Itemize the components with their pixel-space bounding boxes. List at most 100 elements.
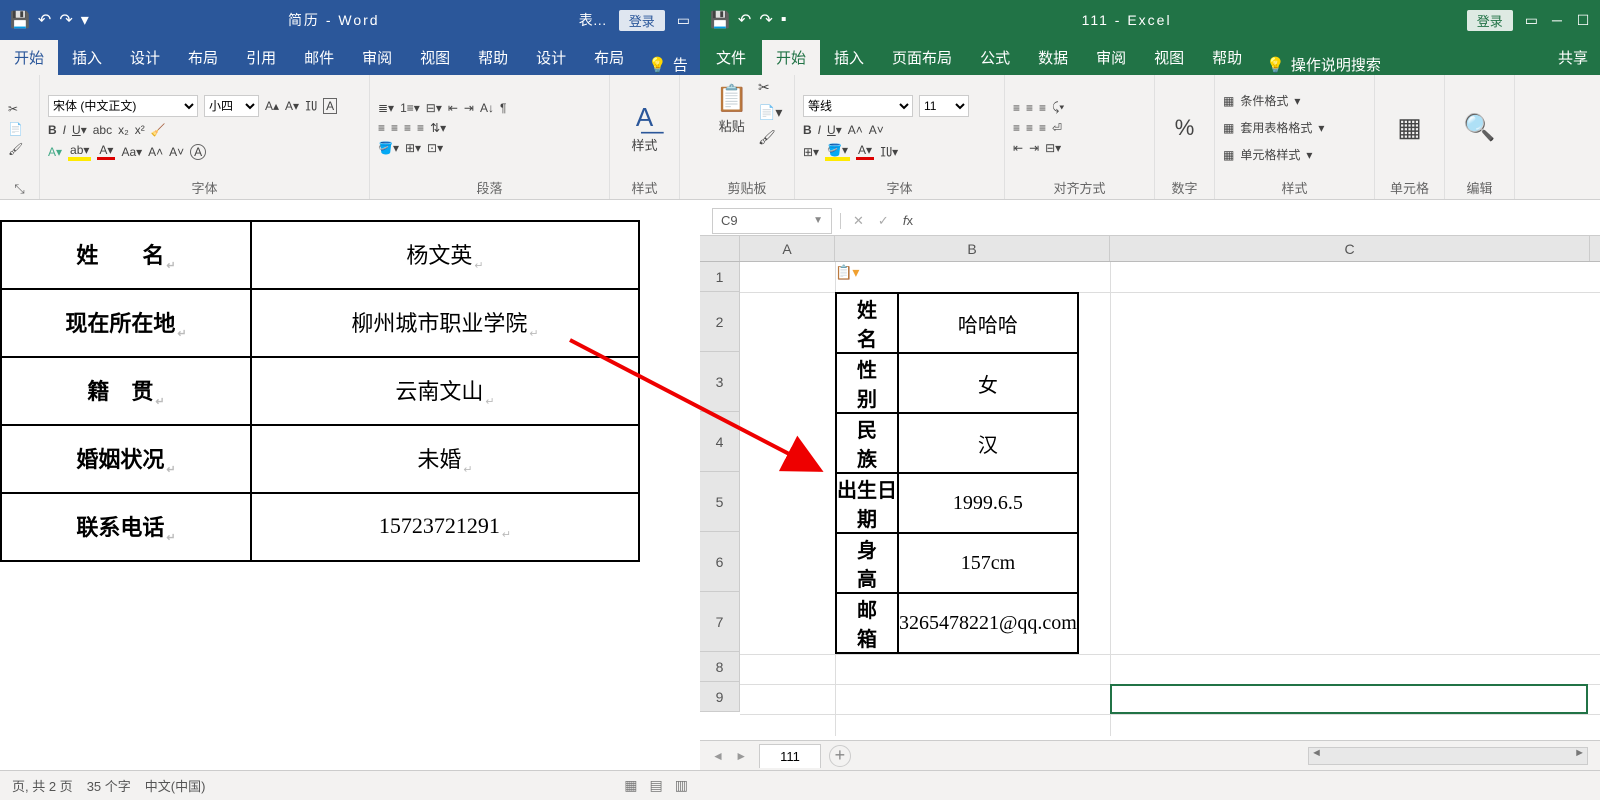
line-spacing-icon[interactable]: ⇅▾ — [430, 121, 446, 135]
shading-icon[interactable]: 🪣▾ — [378, 141, 399, 155]
underline-button[interactable]: U▾ — [72, 123, 87, 137]
cell-label[interactable]: 婚姻状况↵ — [1, 425, 251, 493]
multilevel-icon[interactable]: ⊟▾ — [426, 101, 442, 115]
align-left-icon[interactable]: ≡ — [378, 121, 385, 135]
minimize-icon[interactable]: ─ — [1550, 12, 1564, 28]
font-size-select[interactable]: 11 — [919, 95, 969, 117]
align-left-icon[interactable]: ≡ — [1013, 121, 1020, 135]
cell-label[interactable]: 姓 名 — [836, 293, 898, 353]
indent-inc-icon[interactable]: ⇥ — [1029, 141, 1039, 155]
row-header[interactable]: 3 — [700, 352, 740, 412]
redo-icon[interactable]: ↷ — [759, 10, 772, 30]
italic-button[interactable]: I — [818, 123, 821, 137]
grow-font-icon[interactable]: A▴ — [265, 99, 279, 113]
copy-icon[interactable]: 📄 — [8, 122, 31, 136]
text-effects-icon[interactable]: A▾ — [48, 145, 62, 159]
horizontal-scrollbar[interactable] — [1308, 747, 1588, 765]
cell-label[interactable]: 性 别 — [836, 353, 898, 413]
word-table[interactable]: 姓 名↵杨文英↵ 现在所在地↵柳州城市职业学院↵ 籍 贯↵云南文山↵ 婚姻状况↵… — [0, 220, 640, 562]
sheet-nav-icon[interactable]: ◄ ► — [712, 749, 751, 763]
cond-format-button[interactable]: ▦ 条件格式▾ — [1223, 92, 1366, 109]
font-name-select[interactable]: 宋体 (中文正文) — [48, 95, 198, 117]
merge-icon[interactable]: ⊟▾ — [1045, 141, 1061, 155]
font-size-select[interactable]: 小四 — [204, 95, 259, 117]
subscript-button[interactable]: x₂ — [118, 123, 129, 137]
cell-label[interactable]: 姓 名↵ — [1, 221, 251, 289]
sheet-tab[interactable]: 111 — [759, 744, 821, 768]
cell-label[interactable]: 出生日期 — [836, 473, 898, 533]
fill-color-icon[interactable]: 🪣▾ — [825, 143, 850, 161]
chevron-down-icon[interactable]: ▼ — [813, 215, 823, 226]
tab-help[interactable]: 帮助 — [464, 40, 522, 75]
tab-view[interactable]: 视图 — [1140, 40, 1198, 75]
enclose-char-icon[interactable]: A — [190, 144, 206, 160]
save-icon[interactable]: 💾 — [710, 10, 730, 30]
save-icon[interactable]: 💾 — [10, 10, 30, 30]
borders-icon[interactable]: ⊞▾ — [803, 145, 819, 159]
login-button[interactable]: 登录 — [619, 10, 665, 31]
cell-value[interactable]: 女 — [898, 353, 1078, 413]
tab-home[interactable]: 开始 — [762, 40, 820, 75]
bullets-icon[interactable]: ≣▾ — [378, 101, 394, 115]
share-button[interactable]: 共享 — [1546, 40, 1600, 75]
redo-icon[interactable]: ↷ — [59, 10, 72, 30]
excel-grid[interactable]: A B C 1 2 3 4 5 6 7 8 9 📋▾ — [700, 236, 1600, 736]
enter-icon[interactable]: ✓ — [878, 213, 889, 229]
select-all-corner[interactable] — [700, 236, 740, 261]
cell-value[interactable]: 杨文英↵ — [251, 221, 639, 289]
ribbon-options-icon[interactable]: ▭ — [677, 12, 690, 29]
clear-format-icon[interactable]: 🧹 — [151, 123, 166, 137]
fx-icon[interactable]: fx — [903, 213, 913, 228]
cell-value[interactable]: 3265478221@qq.com — [898, 593, 1078, 653]
indent-right-icon[interactable]: ⇥ — [464, 101, 474, 115]
excel-table[interactable]: 姓 名哈哈哈 性 别女 民 族汉 出生日期1999.6.5 身 高157cm 邮… — [835, 292, 1079, 654]
snap-grid-icon[interactable]: ⊡▾ — [427, 141, 443, 155]
wrap-text-icon[interactable]: ⏎ — [1052, 121, 1062, 135]
row-header[interactable]: 1 — [700, 262, 740, 292]
row-header[interactable]: 6 — [700, 532, 740, 592]
undo-icon[interactable]: ↶ — [738, 10, 751, 30]
tab-insert[interactable]: 插入 — [820, 40, 878, 75]
row-header[interactable]: 9 — [700, 682, 740, 712]
row-header[interactable]: 2 — [700, 292, 740, 352]
name-box[interactable]: C9▼ — [712, 208, 832, 234]
show-marks-icon[interactable]: ¶ — [500, 101, 506, 115]
row-header[interactable]: 7 — [700, 592, 740, 652]
cells-button[interactable]: ▦ — [1393, 108, 1426, 147]
align-middle-icon[interactable]: ≡ — [1026, 101, 1033, 115]
char-border-icon[interactable]: A — [323, 98, 337, 114]
print-layout-icon[interactable]: ▤ — [650, 777, 663, 794]
numbering-icon[interactable]: 1≡▾ — [400, 101, 420, 115]
cell-value[interactable]: 云南文山↵ — [251, 357, 639, 425]
shrink-font-icon[interactable]: A˅ — [869, 123, 884, 137]
phonetic-icon[interactable]: ㍺▾ — [880, 143, 898, 160]
shrink-font-icon2[interactable]: A˅ — [169, 145, 184, 159]
styles-button[interactable]: A͟ 样式 — [627, 98, 661, 158]
superscript-button[interactable]: x² — [135, 123, 145, 137]
col-header[interactable]: B — [835, 236, 1110, 261]
shrink-font-icon[interactable]: A▾ — [285, 99, 299, 113]
indent-left-icon[interactable]: ⇤ — [448, 101, 458, 115]
tab-table-layout[interactable]: 布局 — [580, 40, 638, 75]
orientation-icon[interactable]: ⤹▾ — [1052, 100, 1064, 115]
cut-icon[interactable]: ✂ — [758, 79, 782, 96]
row-header[interactable]: 5 — [700, 472, 740, 532]
bold-button[interactable]: B — [803, 123, 812, 137]
new-sheet-button[interactable]: + — [829, 745, 851, 767]
underline-button[interactable]: U▾ — [827, 123, 842, 137]
word-document[interactable]: 姓 名↵杨文英↵ 现在所在地↵柳州城市职业学院↵ 籍 贯↵云南文山↵ 婚姻状况↵… — [0, 200, 700, 760]
cell-value[interactable]: 157cm — [898, 533, 1078, 593]
font-color-icon[interactable]: A▾ — [97, 143, 115, 160]
col-header[interactable]: C — [1110, 236, 1590, 261]
cell-value[interactable]: 未婚↵ — [251, 425, 639, 493]
cell-label[interactable]: 现在所在地↵ — [1, 289, 251, 357]
maximize-icon[interactable]: ☐ — [1576, 12, 1590, 29]
tell-me[interactable]: 💡 告 — [648, 54, 688, 75]
tab-design[interactable]: 设计 — [116, 40, 174, 75]
tab-table-design[interactable]: 设计 — [522, 40, 580, 75]
web-layout-icon[interactable]: ▥ — [675, 777, 688, 794]
read-mode-icon[interactable]: ▦ — [624, 777, 637, 794]
clipboard-launcher-icon[interactable]: ⤡ — [8, 179, 31, 197]
phonetic-guide-icon[interactable]: ㍺ — [305, 97, 317, 114]
align-center-icon[interactable]: ≡ — [1026, 121, 1033, 135]
